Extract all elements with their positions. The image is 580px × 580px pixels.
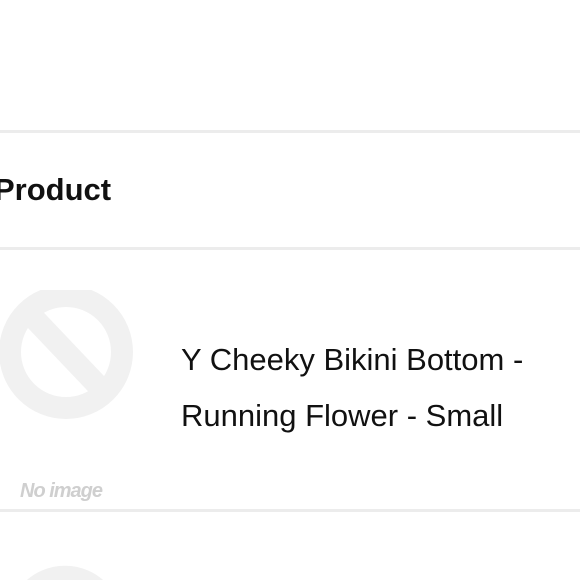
- next-product-thumbnail: [0, 560, 140, 580]
- product-row[interactable]: No image Y Cheeky Bikini Bottom - Runnin…: [0, 250, 580, 509]
- divider: [0, 509, 580, 512]
- order-number: 867449849: [0, 0, 203, 3]
- product-thumbnail: No image: [0, 290, 140, 502]
- product-name[interactable]: Y Cheeky Bikini Bottom - Running Flower …: [181, 332, 576, 444]
- no-image-icon: [26, 565, 104, 580]
- no-image-label: No image: [20, 480, 103, 502]
- product-section-header: Product: [0, 172, 112, 207]
- order-details-page: 867449849 Product No image Y Cheeky Biki…: [0, 0, 580, 580]
- divider: [0, 130, 580, 133]
- no-image-icon: [0, 290, 133, 419]
